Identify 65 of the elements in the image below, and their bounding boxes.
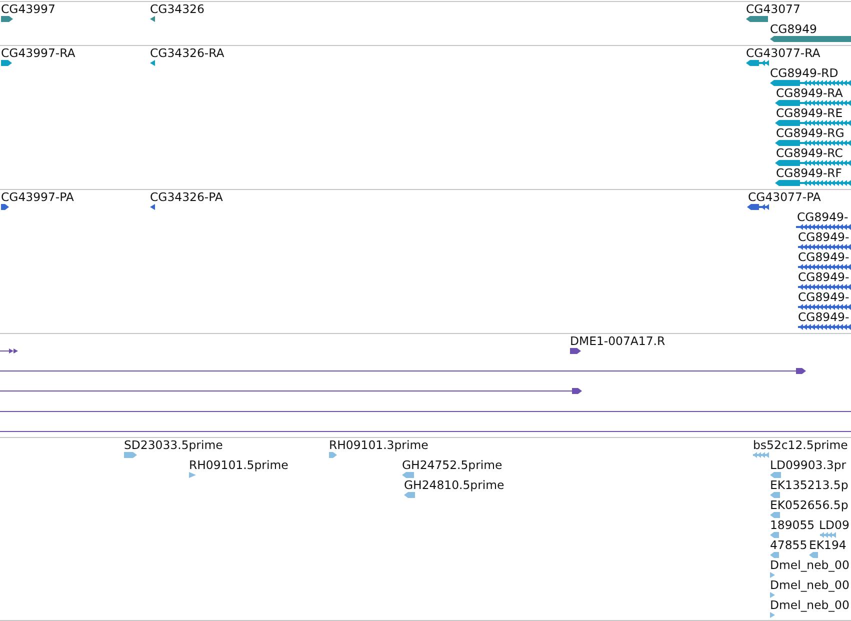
- feature-bar[interactable]: [770, 80, 851, 86]
- est-label: 189055: [770, 518, 815, 532]
- alignment-label: DME1-007A17.R: [570, 334, 666, 348]
- feature-bar[interactable]: [796, 224, 851, 230]
- alignment-line[interactable]: [0, 368, 806, 374]
- feature-bar[interactable]: [746, 16, 768, 22]
- est-label: LD09903.3pr: [770, 458, 846, 472]
- arrow-icon[interactable]: [570, 348, 581, 354]
- est-label: GH24810.5prime: [404, 478, 504, 492]
- transcript-label: CG8949-RC: [776, 146, 843, 160]
- transcript-label: CG8949-RE: [776, 106, 843, 120]
- feature-bar[interactable]: [798, 244, 851, 250]
- feature-bar[interactable]: [798, 264, 851, 270]
- arrow-icon[interactable]: [150, 16, 155, 22]
- feature-bar[interactable]: [775, 180, 851, 186]
- protein-label: CG8949-: [798, 290, 850, 304]
- protein-label: CG8949-: [798, 230, 850, 244]
- protein-label: CG8949-: [798, 250, 850, 264]
- transcript-label: CG8949-RF: [776, 166, 842, 180]
- est-label: EK052656.5p: [770, 498, 848, 512]
- gene-label: CG43077: [746, 2, 800, 16]
- protein-label: CG43077-PA: [748, 190, 821, 204]
- arrow-icon[interactable]: [1, 16, 13, 22]
- alignment-line[interactable]: [0, 348, 18, 354]
- arrow-icon[interactable]: [150, 60, 155, 66]
- est-label: Dmel_neb_00: [770, 598, 850, 612]
- est-label: bs52c12.5prime: [753, 438, 848, 452]
- protein-label: CG34326-PA: [150, 190, 223, 204]
- feature-bar[interactable]: [770, 36, 851, 42]
- feature-bar[interactable]: [775, 120, 851, 126]
- protein-label: CG43997-PA: [1, 190, 74, 204]
- transcript-label: CG8949-RA: [776, 86, 843, 100]
- protein-label: CG8949-: [798, 310, 850, 324]
- feature-bar[interactable]: [747, 204, 769, 210]
- est-label: GH24752.5prime: [402, 458, 502, 472]
- feature-bar[interactable]: [798, 304, 851, 310]
- est-label: EK135213.5p: [770, 478, 848, 492]
- feature-bar[interactable]: [775, 140, 851, 146]
- transcript-label: CG43997-RA: [1, 46, 76, 60]
- est-label: EK194: [809, 538, 846, 552]
- transcript-label: CG43077-RA: [746, 46, 820, 60]
- est-label: RH09101.5prime: [189, 458, 288, 472]
- transcript-label: CG34326-RA: [150, 46, 224, 60]
- est-label: Dmel_neb_00: [770, 558, 850, 572]
- protein-label: CG8949-: [797, 210, 848, 224]
- est-label: Dmel_neb_00: [770, 578, 850, 592]
- est-label: SD23033.5prime: [124, 438, 223, 452]
- transcript-label: CG8949-RD: [770, 66, 838, 80]
- feature-bar[interactable]: [775, 100, 851, 106]
- arrow-icon[interactable]: [1, 60, 12, 66]
- feature-bar[interactable]: [775, 160, 851, 166]
- gene-label: CG8949: [770, 22, 817, 36]
- alignment-line[interactable]: [0, 388, 582, 394]
- protein-label: CG8949-: [798, 270, 850, 284]
- gene-label: CG34326: [150, 2, 204, 16]
- feature-bar[interactable]: [798, 324, 851, 330]
- arrow-icon[interactable]: [1, 204, 9, 210]
- feature-bar[interactable]: [746, 60, 769, 66]
- arrow-icon[interactable]: [150, 204, 155, 210]
- est-label: RH09101.3prime: [329, 438, 428, 452]
- transcript-label: CG8949-RG: [776, 126, 844, 140]
- gene-label: CG43997: [1, 2, 56, 16]
- est-label: LD09: [819, 518, 850, 532]
- est-label: 47855: [770, 538, 808, 552]
- feature-bar[interactable]: [798, 284, 851, 290]
